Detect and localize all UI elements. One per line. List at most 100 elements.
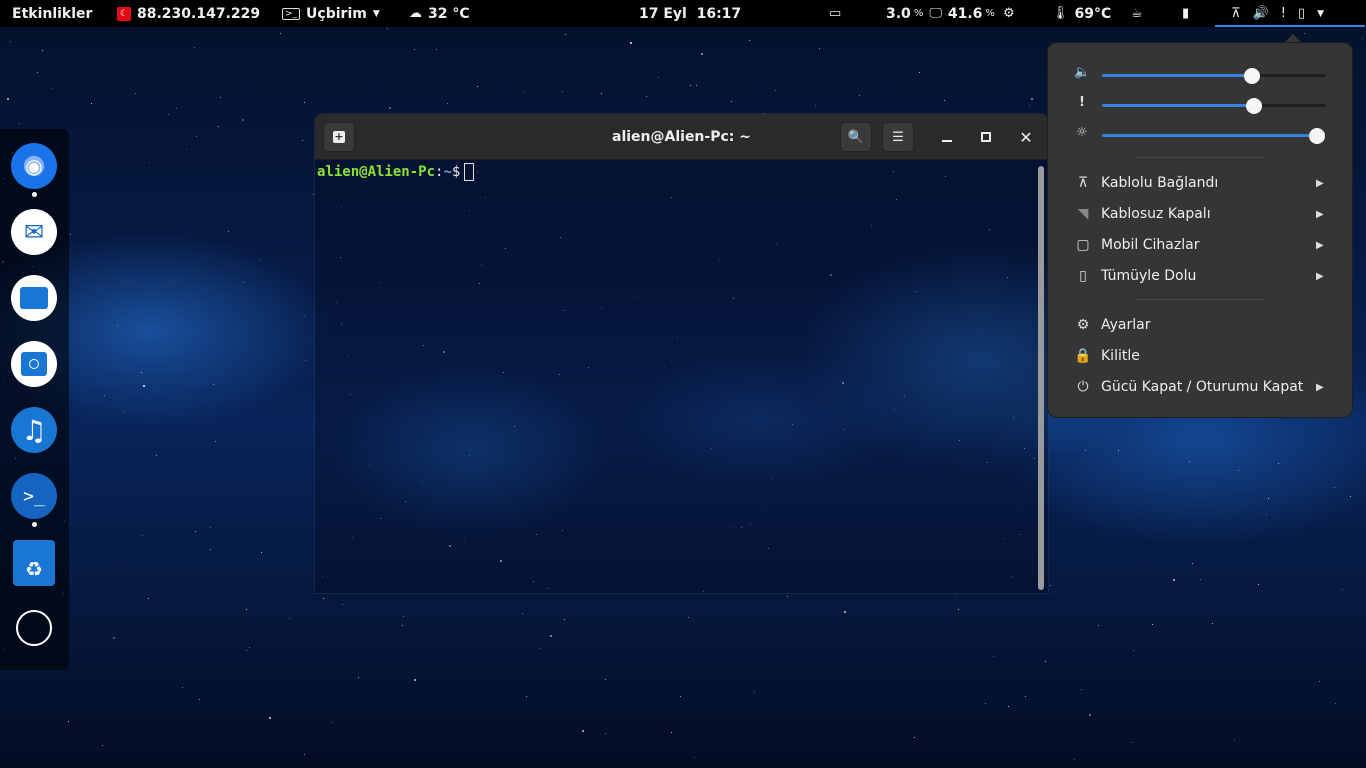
ip-indicator[interactable]: ☾ 88.230.147.229 bbox=[117, 0, 260, 27]
settings-label: Ayarlar bbox=[1101, 317, 1151, 333]
star bbox=[787, 596, 788, 597]
volume-slider-row[interactable]: 🔈 bbox=[1048, 65, 1354, 85]
mail-icon[interactable]: ✉ bbox=[11, 209, 57, 255]
music-icon[interactable]: ♫ bbox=[11, 407, 57, 453]
computer-icon: 🖵 bbox=[929, 6, 942, 21]
app-menu[interactable]: >_ Uçbirim ▼ bbox=[282, 0, 380, 27]
star bbox=[1319, 681, 1320, 682]
chrome-running-indicator bbox=[32, 192, 37, 197]
power-icon: ⏻ bbox=[1077, 379, 1089, 395]
new-tab-button[interactable]: + bbox=[323, 122, 355, 152]
chevron-right-icon: ▶ bbox=[1316, 239, 1324, 251]
temperature-indicator[interactable]: 🌡 69°C bbox=[1052, 0, 1111, 27]
star bbox=[754, 692, 755, 693]
star bbox=[210, 549, 211, 550]
menu-item-mobile-devices[interactable]: ▢ Mobil Cihazlar ▶ bbox=[1048, 231, 1354, 259]
terminal-body[interactable]: alien@Alien-Pc:~$ bbox=[315, 160, 1048, 184]
music-note-icon: ♫ bbox=[21, 413, 47, 447]
terminal-headerbar[interactable]: + alien@Alien-Pc: ~ 🔍 ☰ ✕ bbox=[315, 114, 1048, 160]
mic-slider[interactable] bbox=[1102, 98, 1326, 114]
show-applications-button[interactable] bbox=[16, 610, 52, 646]
star bbox=[215, 441, 216, 442]
chrome-icon[interactable]: ◉ bbox=[11, 143, 57, 189]
menu-item-lock[interactable]: 🔒 Kilitle bbox=[1048, 342, 1354, 370]
search-button[interactable]: 🔍 bbox=[840, 122, 872, 152]
menu-item-wired[interactable]: ⊼ Kablolu Bağlandı ▶ bbox=[1048, 169, 1354, 197]
star bbox=[389, 107, 391, 109]
terminal-scrollbar[interactable] bbox=[1038, 166, 1044, 590]
chevron-right-icon: ▶ bbox=[1316, 381, 1324, 393]
brightness-slider-row[interactable]: ☼ bbox=[1048, 125, 1354, 145]
maximize-icon bbox=[981, 132, 991, 142]
star bbox=[259, 259, 260, 260]
star bbox=[605, 679, 606, 680]
system-monitor[interactable]: 3.0% 🖵 41.6% ⚙ bbox=[886, 0, 1015, 27]
lock-label: Kilitle bbox=[1101, 348, 1140, 364]
mic-slider-knob[interactable] bbox=[1246, 98, 1262, 114]
trash-icon[interactable]: ♻ bbox=[13, 540, 55, 586]
star bbox=[819, 48, 820, 49]
star bbox=[944, 100, 945, 101]
software-store-icon[interactable] bbox=[11, 341, 57, 387]
maximize-button[interactable] bbox=[971, 122, 1001, 152]
star bbox=[199, 699, 200, 700]
volume-slider-knob[interactable] bbox=[1244, 68, 1260, 84]
star bbox=[646, 96, 647, 97]
system-tray[interactable]: ⊼ 🔊 ! ▯ ▼ bbox=[1231, 0, 1324, 27]
chevron-down-icon: ▼ bbox=[1317, 8, 1324, 19]
mic-slider-row[interactable]: ! bbox=[1048, 95, 1354, 115]
menu-item-battery[interactable]: ▯ Tümüyle Dolu ▶ bbox=[1048, 262, 1354, 290]
star bbox=[694, 757, 695, 758]
terminal-window[interactable]: + alien@Alien-Pc: ~ 🔍 ☰ ✕ alien@Alien-Pc… bbox=[314, 113, 1049, 594]
mem-unit: % bbox=[985, 8, 995, 19]
tray-active-indicator bbox=[1215, 25, 1365, 27]
star bbox=[775, 90, 776, 91]
volume-icon: 🔊 bbox=[1252, 6, 1269, 21]
star bbox=[1342, 589, 1343, 590]
star bbox=[304, 102, 305, 103]
envelope-icon: ✉ bbox=[23, 218, 45, 246]
star bbox=[113, 637, 115, 639]
top-bar: Etkinlikler ☾ 88.230.147.229 >_ Uçbirim … bbox=[0, 0, 1366, 27]
files-icon[interactable] bbox=[11, 275, 57, 321]
star bbox=[7, 98, 9, 100]
star bbox=[196, 136, 197, 137]
star bbox=[526, 696, 527, 697]
prompt-path: ~ bbox=[443, 164, 452, 180]
brightness-slider-knob[interactable] bbox=[1309, 128, 1325, 144]
clock-button[interactable]: 17 Eyl 16:17 bbox=[639, 0, 741, 27]
menu-item-power[interactable]: ⏻ Gücü Kapat / Oturumu Kapat ▶ bbox=[1048, 373, 1354, 401]
star bbox=[605, 733, 606, 734]
star bbox=[218, 126, 219, 127]
volume-slider[interactable] bbox=[1102, 68, 1326, 84]
star bbox=[1278, 463, 1279, 464]
speaker-icon: 🔈 bbox=[1074, 65, 1091, 80]
close-button[interactable]: ✕ bbox=[1011, 122, 1041, 152]
brightness-icon: ☼ bbox=[1076, 125, 1088, 140]
star bbox=[261, 552, 262, 553]
star bbox=[1189, 461, 1190, 462]
wireless-icon: ◥ bbox=[1077, 206, 1089, 222]
terminal-icon[interactable]: >_ bbox=[11, 473, 57, 519]
cpu-value: 3.0 bbox=[886, 5, 911, 22]
menu-item-label: Mobil Cihazlar bbox=[1101, 237, 1200, 253]
folder-icon bbox=[20, 287, 48, 309]
menu-button[interactable]: ☰ bbox=[882, 122, 914, 152]
weather-indicator[interactable]: ☁ 32 °C bbox=[409, 0, 470, 27]
hamburger-icon: ☰ bbox=[892, 129, 904, 145]
star bbox=[914, 737, 915, 738]
star bbox=[104, 395, 105, 396]
brightness-slider[interactable] bbox=[1102, 128, 1326, 144]
star bbox=[246, 609, 247, 610]
minimize-button[interactable] bbox=[932, 122, 962, 152]
menu-item-settings[interactable]: ⚙ Ayarlar bbox=[1048, 311, 1354, 339]
screen-icon-indicator[interactable]: ▭ bbox=[829, 0, 841, 27]
caffeine-indicator[interactable]: ☕ bbox=[1131, 0, 1143, 27]
star bbox=[305, 360, 306, 361]
star bbox=[1350, 496, 1351, 497]
star bbox=[1200, 579, 1201, 580]
activities-button[interactable]: Etkinlikler bbox=[12, 0, 92, 27]
clipboard-indicator[interactable]: ▮ bbox=[1182, 0, 1189, 27]
menu-item-wireless[interactable]: ◥ Kablosuz Kapalı ▶ bbox=[1048, 200, 1354, 228]
star bbox=[565, 34, 566, 35]
